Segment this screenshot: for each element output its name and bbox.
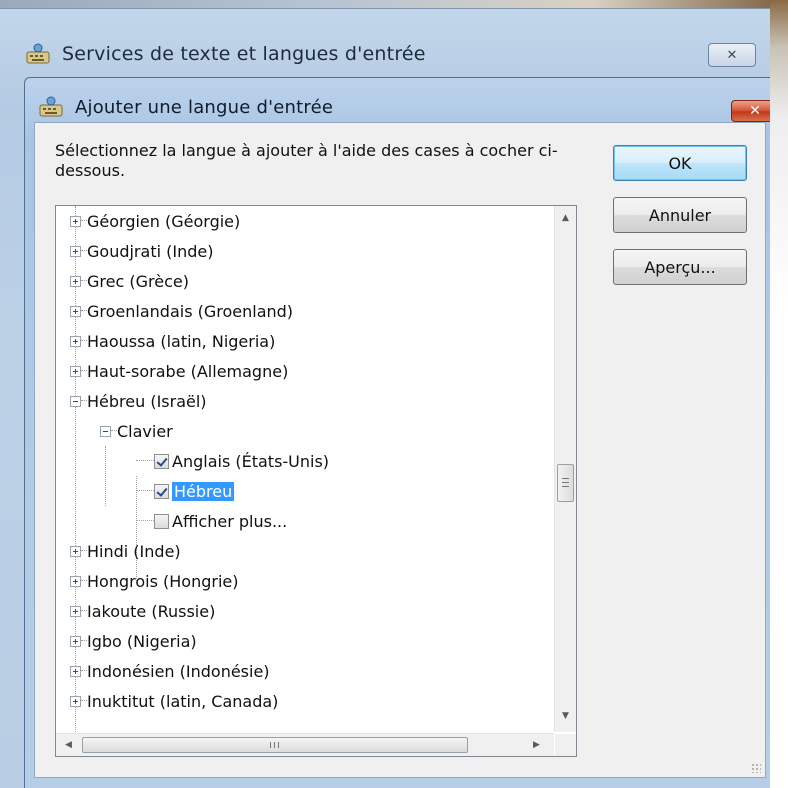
tree-item-label-selected: Hébreu [172,481,235,501]
tree-item-label: Inuktitut (latin, Canada) [87,691,279,711]
tree-item-clavier[interactable]: Clavier [100,418,173,444]
tree-item-haut-sorabe[interactable]: Haut-sorabe (Allemagne) [70,358,288,384]
expand-icon[interactable] [70,365,81,377]
tree-item-hongrois[interactable]: Hongrois (Hongrie) [70,568,238,594]
tree-item-indonesien[interactable]: Indonésien (Indonésie) [70,658,270,684]
close-icon: ✕ [726,47,738,63]
tree-item-label: Igbo (Nigeria) [87,631,197,651]
keyboard-settings-icon [39,96,63,117]
language-tree[interactable]: Géorgien (Géorgie) Goudjrati (Inde) Grec… [55,205,577,757]
tree-item-label: Hébreu (Israël) [87,391,207,411]
tree-item-label: Indonésien (Indonésie) [87,661,270,681]
expand-icon[interactable] [70,605,81,617]
dialog-titlebar: Ajouter une langue d'entrée [39,92,333,122]
expand-icon[interactable] [70,665,81,677]
tree-item-hindi[interactable]: Hindi (Inde) [70,538,181,564]
checkbox-hebreu[interactable] [154,483,169,499]
instructions-text: Sélectionnez la langue à ajouter à l'aid… [55,141,558,180]
keyboard-settings-icon [26,43,50,64]
tree-connector [136,490,154,492]
expand-icon[interactable] [70,575,81,587]
vertical-scrollbar[interactable]: ▲ ▼ [554,206,576,732]
grip-line [274,742,275,748]
expand-icon[interactable] [70,695,81,707]
checkbox-anglais[interactable] [154,453,169,469]
scroll-left-arrow-icon[interactable]: ◀ [58,735,79,755]
expand-icon[interactable] [70,215,81,227]
dialog-client-area: Sélectionnez la langue à ajouter à l'aid… [34,122,766,778]
tree-item-label: Anglais (États-Unis) [172,451,330,471]
tree-item-label: Iakoute (Russie) [87,601,216,621]
cancel-button[interactable]: Annuler [613,197,747,233]
parent-close-button[interactable]: ✕ [708,43,756,67]
tree-item-label: Grec (Grèce) [87,271,189,291]
expand-icon[interactable] [70,635,81,647]
checkbox-afficher-plus[interactable] [154,513,169,529]
close-icon: ✕ [749,103,761,119]
desktop-background-right [770,0,788,788]
scroll-up-arrow-icon[interactable]: ▲ [555,208,576,228]
tree-item-label: Clavier [117,421,173,441]
tree-item-groenlandais[interactable]: Groenlandais (Groenland) [70,298,293,324]
tree-item-label: Groenlandais (Groenland) [87,301,294,321]
tree-item-iakoute[interactable]: Iakoute (Russie) [70,598,215,624]
expand-icon[interactable] [70,275,81,287]
parent-window-titlebar: Services de texte et langues d'entrée [26,39,426,69]
expand-icon[interactable] [70,245,81,257]
tree-item-label: Haut-sorabe (Allemagne) [87,361,289,381]
tree-connector [136,460,154,462]
horizontal-scrollbar[interactable]: ◀ ▶ [56,733,554,756]
tree-item-georgien[interactable]: Géorgien (Géorgie) [70,208,240,234]
expand-icon[interactable] [70,305,81,317]
collapse-icon[interactable] [100,425,111,437]
tree-item-label: Hongrois (Hongrie) [87,571,239,591]
grip-line [562,478,569,479]
tree-item-inuktitut[interactable]: Inuktitut (latin, Canada) [70,688,278,714]
tree-connector [136,520,154,522]
tree-item-label: Hindi (Inde) [87,541,181,561]
ok-button[interactable]: OK [613,145,747,181]
tree-connector [105,446,107,506]
horizontal-scroll-thumb[interactable] [82,737,468,753]
grip-line [278,742,279,748]
scrollbar-corner [555,734,576,756]
tree-viewport: Géorgien (Géorgie) Goudjrati (Inde) Grec… [56,206,554,732]
scroll-down-arrow-icon[interactable]: ▼ [555,706,576,726]
tree-item-haoussa[interactable]: Haoussa (latin, Nigeria) [70,328,275,354]
expand-icon[interactable] [70,545,81,557]
tree-item-label: Haoussa (latin, Nigeria) [87,331,276,351]
tree-item-label: Afficher plus... [172,511,288,531]
preview-button[interactable]: Aperçu... [613,249,747,285]
collapse-icon[interactable] [70,395,81,407]
tree-item-igbo[interactable]: Igbo (Nigeria) [70,628,197,654]
parent-window-title: Services de texte et langues d'entrée [62,43,426,65]
tree-item-grec[interactable]: Grec (Grèce) [70,268,189,294]
tree-item-anglais-etats-unis[interactable]: Anglais (États-Unis) [136,448,329,474]
grip-line [562,482,569,483]
resize-grip-icon[interactable] [751,763,761,773]
vertical-scroll-thumb[interactable] [557,464,574,502]
grip-line [562,486,569,487]
tree-item-label: Goudjrati (Inde) [87,241,214,261]
tree-item-label: Géorgien (Géorgie) [87,211,241,231]
grip-line [270,742,271,748]
tree-item-hebreu-israel[interactable]: Hébreu (Israël) [70,388,207,414]
tree-item-afficher-plus[interactable]: Afficher plus... [136,508,287,534]
expand-icon[interactable] [70,335,81,347]
tree-item-hebreu[interactable]: Hébreu [136,478,235,504]
tree-item-goudjrati[interactable]: Goudjrati (Inde) [70,238,213,264]
dialog-title: Ajouter une langue d'entrée [75,96,334,118]
scroll-right-arrow-icon[interactable]: ▶ [526,735,547,755]
